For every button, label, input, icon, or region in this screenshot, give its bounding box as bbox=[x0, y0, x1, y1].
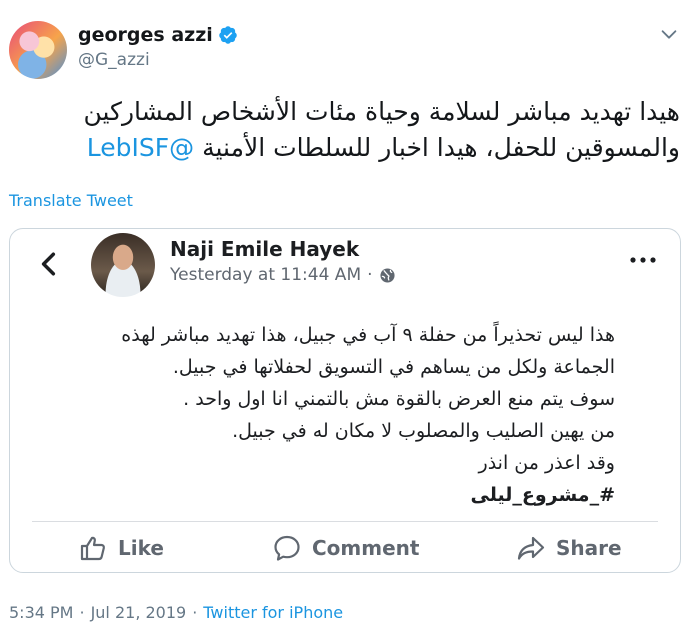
globe-icon bbox=[379, 267, 395, 283]
tweet-date[interactable]: Jul 21, 2019 bbox=[91, 603, 187, 622]
tweet-text-line: هيدا تهديد مباشر لسلامة وحياة مئات الأشخ… bbox=[83, 97, 680, 126]
tweet-text-line: والمسوقين للحفل، هيدا اخبار للسلطات الأم… bbox=[30, 130, 680, 166]
post-text-line: سوف يتم منع العرض بالقوة مش بالتمني انا … bbox=[183, 388, 615, 410]
post-meta: Yesterday at 11:44 AM · bbox=[170, 265, 396, 285]
thumbs-up-icon bbox=[80, 536, 105, 561]
tweet-text: هيدا تهديد مباشر لسلامة وحياة مئات الأشخ… bbox=[30, 94, 680, 166]
share-action: Share bbox=[516, 533, 622, 563]
tweet-text-segment: والمسوقين للحفل، هيدا اخبار للسلطات الأم… bbox=[202, 133, 680, 162]
comment-bubble-icon bbox=[274, 535, 300, 561]
tweet-time[interactable]: 5:34 PM bbox=[9, 603, 73, 622]
tweet-source-link[interactable]: Twitter for iPhone bbox=[203, 603, 343, 622]
author-handle[interactable]: @G_azzi bbox=[78, 50, 150, 70]
footer-separator: · bbox=[192, 603, 198, 622]
chevron-down-icon[interactable] bbox=[658, 23, 680, 45]
comment-action: Comment bbox=[272, 533, 419, 563]
tweet-footer: 5:34 PM · Jul 21, 2019 · Twitter for iPh… bbox=[9, 603, 343, 622]
post-text-line: من يهين الصليب والمصلوب لا مكان له في جب… bbox=[232, 420, 615, 442]
author-name-row[interactable]: georges azzi bbox=[78, 24, 238, 46]
post-text-line: هذا ليس تحذيراً من حفلة ٩ آب في جبيل، هذ… bbox=[121, 324, 615, 346]
chevron-left-icon bbox=[41, 252, 56, 276]
footer-separator: · bbox=[79, 603, 85, 622]
post-author-name: Naji Emile Hayek bbox=[170, 237, 360, 261]
comment-label: Comment bbox=[312, 536, 420, 560]
author-name[interactable]: georges azzi bbox=[78, 24, 213, 46]
mention-link[interactable]: @LebISF bbox=[87, 133, 194, 162]
share-label: Share bbox=[556, 536, 622, 560]
post-hashtag: #_مشروع_ليلى bbox=[470, 484, 616, 506]
like-action: Like bbox=[78, 533, 164, 563]
translate-tweet-link[interactable]: Translate Tweet bbox=[9, 191, 133, 210]
post-action-bar: Like Comment Share bbox=[10, 529, 680, 569]
post-text: هذا ليس تحذيراً من حفلة ٩ آب في جبيل، هذ… bbox=[50, 319, 615, 511]
post-author-avatar bbox=[91, 233, 155, 297]
embedded-post-card[interactable]: Naji Emile Hayek Yesterday at 11:44 AM ·… bbox=[9, 228, 681, 573]
post-divider bbox=[32, 521, 658, 522]
verified-badge-icon bbox=[219, 26, 237, 44]
share-arrow-icon bbox=[517, 536, 545, 560]
post-text-line: الجماعة ولكل من يساهم في التسويق لحفلاته… bbox=[172, 356, 615, 378]
author-avatar[interactable] bbox=[9, 21, 67, 79]
more-dots-icon bbox=[630, 257, 656, 263]
post-timestamp: Yesterday at 11:44 AM bbox=[170, 265, 362, 285]
post-text-line: وقد اعذر من انذر bbox=[478, 452, 615, 474]
meta-separator: · bbox=[367, 265, 373, 285]
like-label: Like bbox=[118, 536, 164, 560]
